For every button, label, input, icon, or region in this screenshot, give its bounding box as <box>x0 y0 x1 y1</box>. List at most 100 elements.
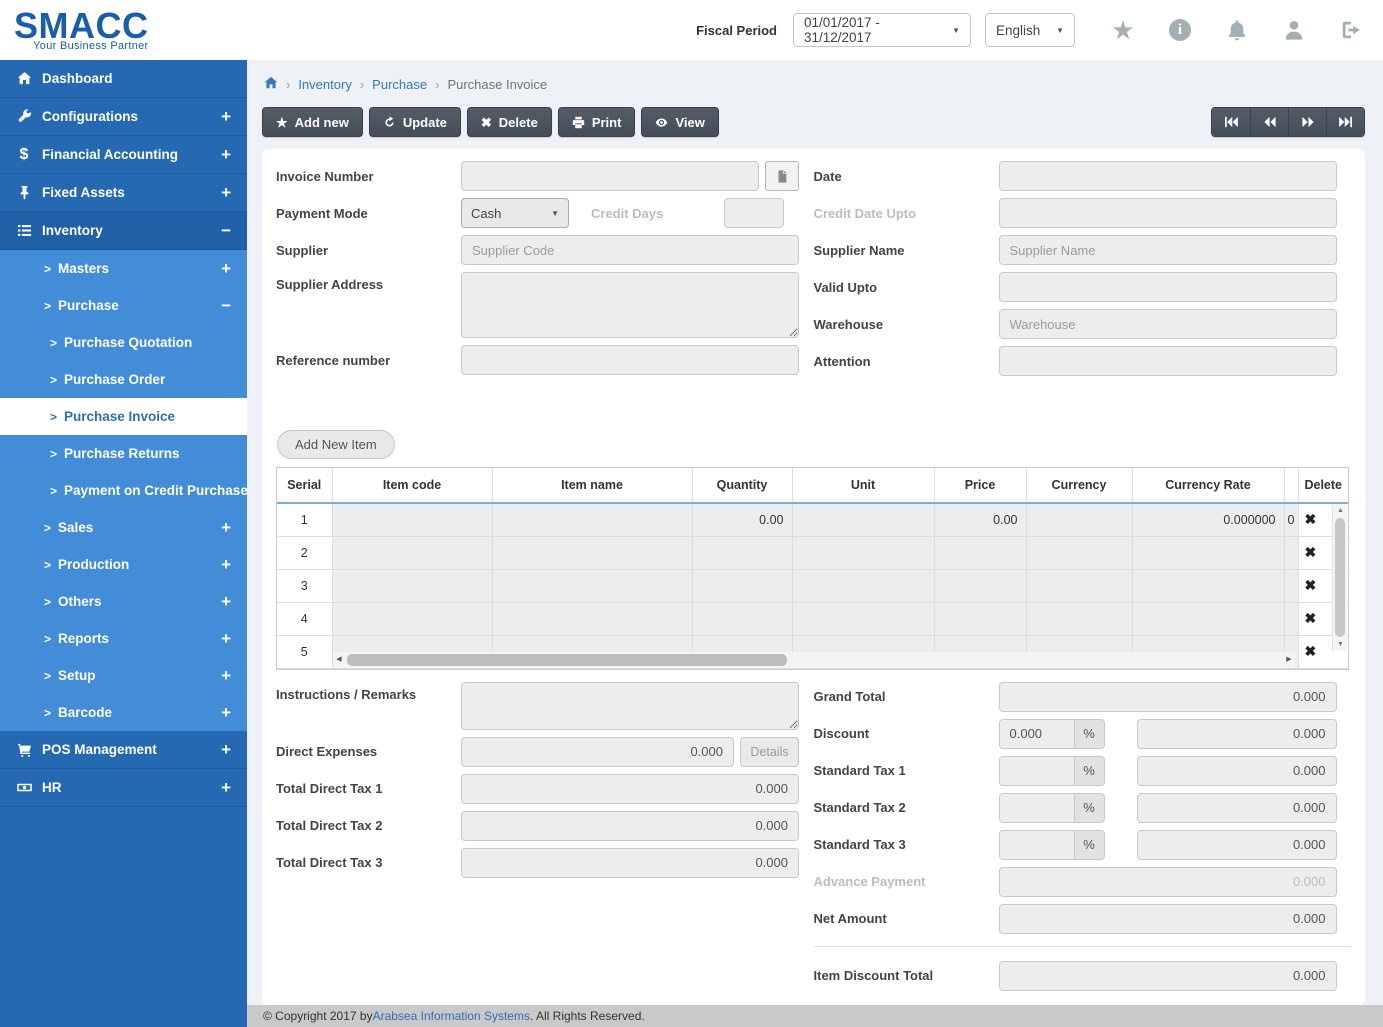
sidebar-item-others[interactable]: > Others + <box>0 583 247 620</box>
print-button[interactable]: Print <box>558 107 636 137</box>
info-icon[interactable]: i <box>1168 18 1192 42</box>
expand-plus-icon[interactable]: + <box>221 666 231 686</box>
horizontal-scroll-thumb[interactable] <box>347 654 787 666</box>
valid-upto-input[interactable] <box>999 272 1337 302</box>
collapse-minus-icon[interactable]: − <box>221 296 231 316</box>
expand-plus-icon[interactable]: + <box>221 145 231 165</box>
expand-plus-icon[interactable]: + <box>221 259 231 279</box>
collapse-minus-icon[interactable]: − <box>221 221 231 241</box>
update-button[interactable]: Update <box>369 107 461 137</box>
date-input[interactable] <box>999 161 1337 191</box>
currency-rate-cell[interactable]: 0.000000 <box>1132 503 1284 536</box>
price-cell[interactable]: 0.00 <box>934 503 1026 536</box>
sidebar-item-purchase-order[interactable]: > Purchase Order <box>0 361 247 398</box>
language-select[interactable]: English ▼ <box>985 13 1075 47</box>
table-vertical-scrollbar[interactable]: ▲ ▼ <box>1332 505 1347 651</box>
smacc-logo[interactable]: SMACC Your Business Partner <box>14 8 149 52</box>
item-discount-total-input[interactable] <box>999 961 1337 991</box>
favorites-star-icon[interactable]: ★ <box>1111 18 1135 42</box>
item-row-3[interactable]: 3 ✖ <box>277 569 1348 602</box>
quantity-cell[interactable]: 0.00 <box>692 503 792 536</box>
supplier-address-textarea[interactable] <box>461 272 799 338</box>
sidebar-item-pos-management[interactable]: POS Management + <box>0 731 247 769</box>
item-row-2[interactable]: 2 ✖ <box>277 536 1348 569</box>
sidebar-item-inventory[interactable]: Inventory − <box>0 212 247 250</box>
sidebar-item-sales[interactable]: > Sales + <box>0 509 247 546</box>
details-button[interactable]: Details <box>740 737 799 767</box>
breadcrumb-purchase[interactable]: Purchase <box>372 77 427 92</box>
scroll-left-arrow[interactable]: ◀ <box>333 652 345 668</box>
discount-percent-input[interactable] <box>1000 720 1074 748</box>
sidebar-item-setup[interactable]: > Setup + <box>0 657 247 694</box>
direct-expenses-input[interactable] <box>461 737 734 767</box>
expand-plus-icon[interactable]: + <box>221 107 231 127</box>
arabsea-link[interactable]: Arabsea Information Systems <box>373 1009 530 1023</box>
standard-tax-3-amount-input[interactable] <box>1137 830 1337 860</box>
item-name-cell[interactable] <box>492 503 692 536</box>
sidebar-item-purchase-quotation[interactable]: > Purchase Quotation <box>0 324 247 361</box>
sidebar-item-production[interactable]: > Production + <box>0 546 247 583</box>
table-horizontal-scrollbar[interactable]: ◀ ▶ <box>333 652 1295 668</box>
scroll-right-arrow[interactable]: ▶ <box>1283 652 1295 668</box>
view-button[interactable]: View <box>641 107 718 137</box>
fiscal-period-select[interactable]: 01/01/2017 - 31/12/2017 ▼ <box>793 13 971 47</box>
logout-icon[interactable] <box>1339 18 1363 42</box>
breadcrumb-home-icon[interactable] <box>264 76 278 93</box>
add-new-item-button[interactable]: Add New Item <box>277 430 395 459</box>
currency-cell[interactable] <box>1026 503 1132 536</box>
sidebar-item-fixed-assets[interactable]: Fixed Assets + <box>0 174 247 212</box>
standard-tax-1-percent-input[interactable] <box>1000 757 1074 785</box>
credit-date-upto-input[interactable] <box>999 198 1337 228</box>
sidebar-item-financial-accounting[interactable]: $ Financial Accounting + <box>0 136 247 174</box>
item-row-4[interactable]: 4 ✖ <box>277 602 1348 635</box>
sidebar-item-configurations[interactable]: Configurations + <box>0 98 247 136</box>
document-icon-button[interactable] <box>765 161 799 191</box>
credit-days-input[interactable] <box>724 198 784 228</box>
delete-button[interactable]: ✖ Delete <box>467 107 552 137</box>
user-profile-icon[interactable] <box>1282 18 1306 42</box>
expand-plus-icon[interactable]: + <box>221 703 231 723</box>
payment-mode-select[interactable]: Cash ▼ <box>461 198 569 228</box>
last-record-button[interactable] <box>1326 108 1364 136</box>
standard-tax-3-percent-input[interactable] <box>1000 831 1074 859</box>
sidebar-item-purchase[interactable]: > Purchase − <box>0 287 247 324</box>
scroll-down-arrow[interactable]: ▼ <box>1333 639 1348 651</box>
invoice-number-input[interactable] <box>461 161 759 191</box>
vertical-scroll-thumb[interactable] <box>1335 518 1345 637</box>
next-record-button[interactable] <box>1288 108 1326 136</box>
standard-tax-1-amount-input[interactable] <box>1137 756 1337 786</box>
sidebar-item-masters[interactable]: > Masters + <box>0 250 247 287</box>
expand-plus-icon[interactable]: + <box>221 518 231 538</box>
sidebar-item-reports[interactable]: > Reports + <box>0 620 247 657</box>
expand-plus-icon[interactable]: + <box>221 740 231 760</box>
expand-plus-icon[interactable]: + <box>221 778 231 798</box>
add-new-button[interactable]: ★ Add new <box>262 107 363 137</box>
total-direct-tax-1-input[interactable] <box>461 774 799 804</box>
expand-plus-icon[interactable]: + <box>221 183 231 203</box>
scroll-up-arrow[interactable]: ▲ <box>1333 505 1348 517</box>
breadcrumb-inventory[interactable]: Inventory <box>298 77 351 92</box>
first-record-button[interactable] <box>1212 108 1250 136</box>
previous-record-button[interactable] <box>1250 108 1288 136</box>
total-direct-tax-3-input[interactable] <box>461 848 799 878</box>
notifications-bell-icon[interactable] <box>1225 18 1249 42</box>
expand-plus-icon[interactable]: + <box>221 555 231 575</box>
supplier-code-input[interactable] <box>461 235 799 265</box>
advance-payment-input[interactable] <box>999 867 1337 897</box>
sidebar-item-purchase-returns[interactable]: > Purchase Returns <box>0 435 247 472</box>
sidebar-item-hr[interactable]: HR + <box>0 769 247 807</box>
warehouse-input[interactable] <box>999 309 1337 339</box>
total-direct-tax-2-input[interactable] <box>461 811 799 841</box>
discount-amount-input[interactable] <box>1137 719 1337 749</box>
item-row-1[interactable]: 1 0.00 0.00 0.000000 0 ✖ <box>277 503 1348 536</box>
sidebar-item-purchase-invoice[interactable]: > Purchase Invoice <box>0 398 247 435</box>
grand-total-input[interactable] <box>999 682 1337 712</box>
item-code-cell[interactable] <box>332 503 492 536</box>
supplier-name-input[interactable] <box>999 235 1337 265</box>
sidebar-item-barcode[interactable]: > Barcode + <box>0 694 247 731</box>
sidebar-item-payment-on-credit-purchase[interactable]: > Payment on Credit Purchase <box>0 472 247 509</box>
expand-plus-icon[interactable]: + <box>221 629 231 649</box>
attention-input[interactable] <box>999 346 1337 376</box>
expand-plus-icon[interactable]: + <box>221 592 231 612</box>
standard-tax-2-percent-input[interactable] <box>1000 794 1074 822</box>
